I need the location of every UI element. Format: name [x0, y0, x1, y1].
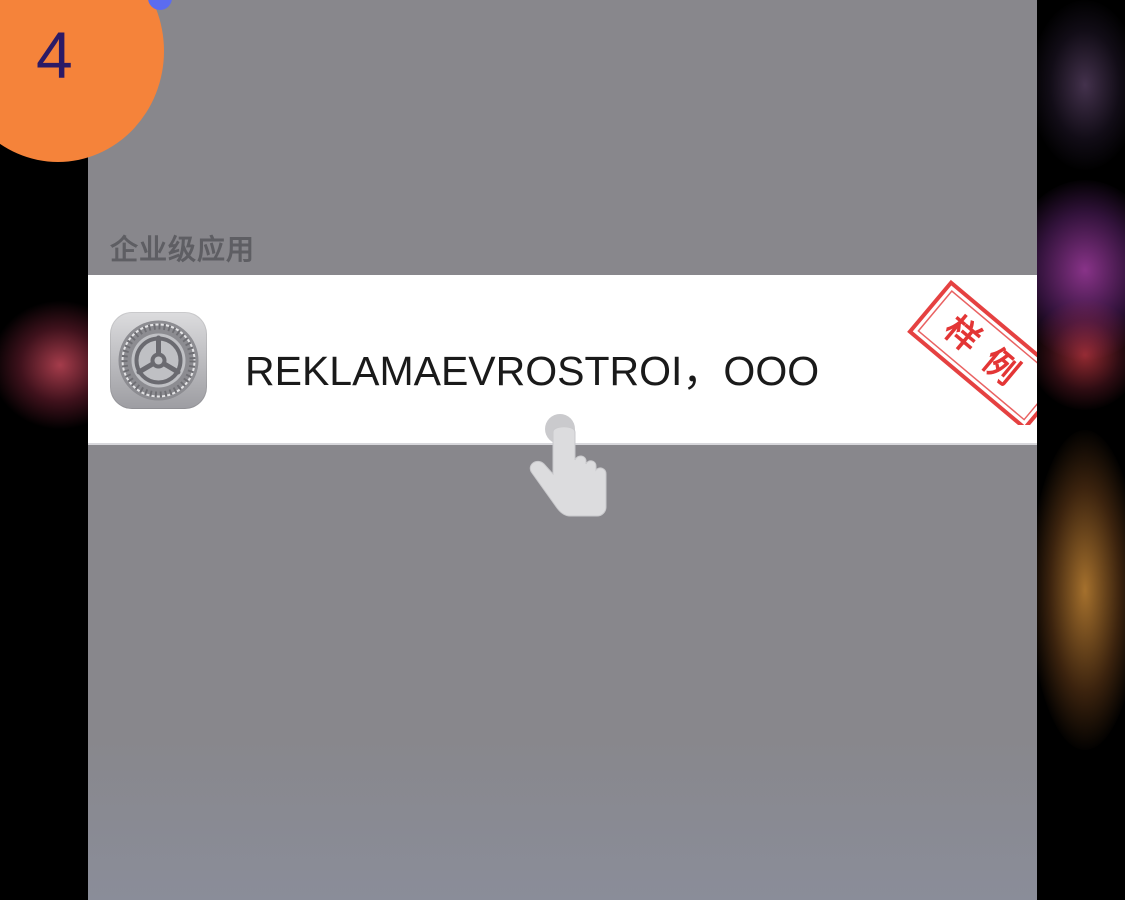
app-name-label: REKLAMAEVROSTROI，OOO: [245, 348, 820, 394]
settings-gear-icon: [110, 312, 207, 409]
decorative-smoke: [1030, 0, 1125, 170]
enterprise-apps-header: 企业级应用: [110, 233, 256, 266]
decorative-red-dust: [1030, 300, 1125, 410]
stamp-text: 样例: [936, 309, 1037, 404]
tutorial-slide: 企业级应用 REKLAMAEVROSTROI，OOO 样例 4: [0, 0, 1125, 900]
phone-screen: 企业级应用 REKLAMAEVROSTROI，OOO 样例: [88, 0, 1037, 900]
step-number: 4: [36, 18, 73, 92]
tap-hand-icon: [522, 412, 612, 526]
sample-stamp: 样例: [898, 275, 1037, 425]
decorative-gold-dust: [1030, 430, 1125, 750]
